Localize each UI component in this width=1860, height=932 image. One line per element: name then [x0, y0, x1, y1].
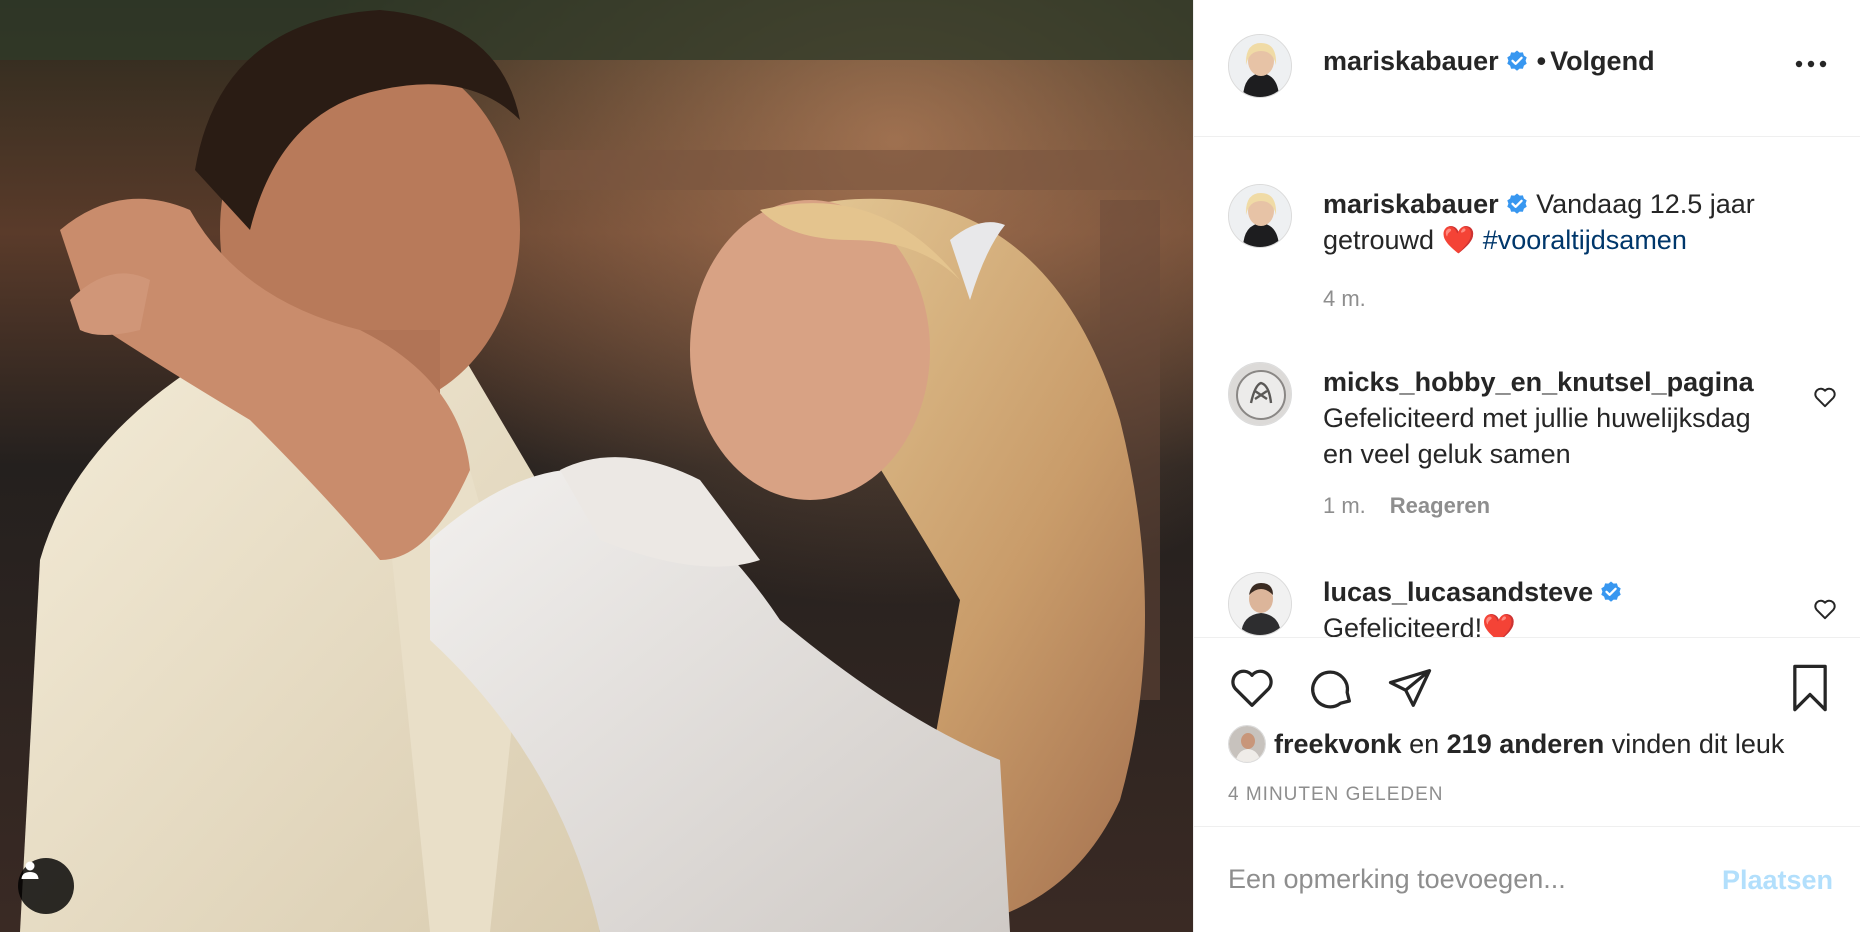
paper-plane-icon [1388, 669, 1432, 707]
avatar[interactable] [1228, 362, 1292, 426]
reply-button[interactable]: Reageren [1390, 493, 1490, 518]
verified-badge-icon [1506, 50, 1527, 71]
comment-item: micks_hobby_en_knutsel_pagina Gefelicite… [1228, 362, 1838, 522]
more-options-button[interactable] [1793, 52, 1829, 76]
caption-comment: mariskabauer Vandaag 12.5 jaar getrouwd … [1228, 184, 1838, 324]
liker-avatar-image [1229, 726, 1265, 762]
comment-like-button[interactable] [1812, 384, 1838, 410]
hashtag-link[interactable]: #vooraltijdsamen [1483, 225, 1687, 255]
verified-badge-icon [1601, 581, 1621, 602]
avatar[interactable] [1228, 184, 1292, 248]
author-username[interactable]: mariskabauer [1323, 46, 1499, 76]
commenter-avatar-image [1229, 573, 1291, 635]
comment-time[interactable]: 4 m. [1323, 286, 1366, 311]
bookmark-outline-icon [1793, 664, 1827, 712]
header-name-row: mariskabauer • Volgend [1323, 46, 1655, 77]
comment-input[interactable] [1228, 855, 1698, 903]
comment-username[interactable]: lucas_lucasandsteve [1323, 577, 1593, 607]
header-separator: • [1536, 46, 1547, 76]
post-comment-button[interactable]: Plaatsen [1722, 865, 1833, 896]
avatar[interactable] [1228, 572, 1292, 636]
post-photo[interactable] [0, 0, 1193, 932]
comment-body: mariskabauer Vandaag 12.5 jaar getrouwd … [1323, 186, 1773, 258]
heart-emoji: ❤️ [1441, 225, 1476, 255]
more-horizontal-icon [1795, 60, 1827, 68]
likes-connector: en [1409, 728, 1440, 759]
comment-meta: 4 m. [1323, 286, 1366, 312]
comment-meta: 1 m. Reageren [1323, 493, 1490, 519]
comment-body: micks_hobby_en_knutsel_pagina Gefelicite… [1323, 364, 1773, 472]
user-tag-icon [21, 861, 39, 879]
comment-item: lucas_lucasandsteve Gefeliciteerd!❤️ [1228, 572, 1838, 637]
author-avatar-image [1229, 185, 1291, 247]
verified-badge-icon [1506, 193, 1527, 214]
heart-outline-icon [1231, 669, 1273, 707]
liker-avatar[interactable] [1228, 725, 1266, 763]
comment-time[interactable]: 1 m. [1323, 493, 1366, 518]
user-tag-button[interactable] [18, 858, 74, 914]
post-timestamp[interactable]: 4 MINUTEN GELEDEN [1228, 784, 1443, 806]
comment-button[interactable] [1306, 662, 1358, 714]
wedding-photo-illustration [0, 0, 1193, 932]
save-button[interactable] [1784, 662, 1836, 714]
likes-suffix: vinden dit leuk [1611, 728, 1785, 759]
share-button[interactable] [1384, 662, 1436, 714]
commenter-avatar-image [1229, 363, 1291, 425]
post-side-panel: mariskabauer • Volgend mariskabauer Vand… [1193, 0, 1860, 932]
comment-text: Gefeliciteerd met jullie huwelijksdag en… [1323, 403, 1751, 469]
liker-username[interactable]: freekvonk [1274, 729, 1402, 760]
speech-bubble-icon [1311, 670, 1351, 709]
others-count-link[interactable]: 219 anderen [1447, 729, 1605, 760]
comment-username[interactable]: micks_hobby_en_knutsel_pagina [1323, 367, 1754, 397]
post-header: mariskabauer • Volgend [1194, 0, 1860, 137]
likes-summary[interactable]: freekvonk en 219 anderen vinden dit leuk [1228, 724, 1784, 764]
comment-text: Gefeliciteerd!❤️ [1323, 613, 1516, 637]
author-avatar-image [1229, 35, 1291, 97]
add-comment-form: Plaatsen [1194, 827, 1860, 932]
comment-like-button[interactable] [1812, 596, 1838, 622]
like-button[interactable] [1226, 662, 1278, 714]
follow-state-button[interactable]: Volgend [1550, 46, 1655, 76]
comment-username[interactable]: mariskabauer [1323, 189, 1499, 219]
comments-list[interactable]: mariskabauer Vandaag 12.5 jaar getrouwd … [1194, 137, 1860, 637]
heart-outline-icon [1814, 387, 1836, 408]
author-avatar[interactable] [1228, 34, 1292, 98]
post-actions: freekvonk en 219 anderen vinden dit leuk… [1194, 637, 1860, 827]
comment-body: lucas_lucasandsteve Gefeliciteerd!❤️ [1323, 574, 1773, 637]
heart-outline-icon [1814, 599, 1836, 620]
